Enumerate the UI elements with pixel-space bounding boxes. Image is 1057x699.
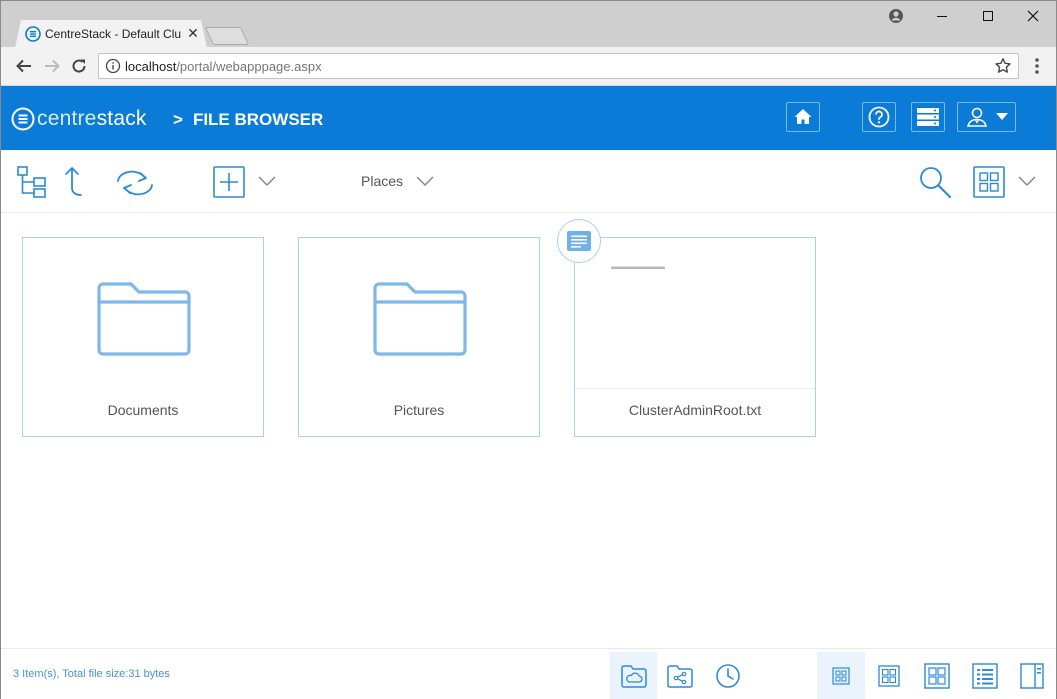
sync-arrows-icon: [117, 170, 153, 196]
chevron-down-icon: [416, 176, 434, 187]
server-stack-icon: [917, 108, 939, 126]
tile-label: Documents: [107, 402, 179, 418]
list-view-button[interactable]: [962, 652, 1008, 699]
view-mode-dropdown[interactable]: [1017, 172, 1037, 190]
browser-toolbar: localhost/portal/webapppage.aspx: [1, 47, 1056, 86]
url-text: localhost/portal/webapppage.aspx: [125, 59, 322, 74]
text-file-badge: [557, 219, 601, 263]
small-grid-icon: [832, 667, 850, 685]
back-arrow-icon[interactable]: [13, 55, 35, 77]
file-tile-documents[interactable]: Documents: [22, 237, 264, 437]
shared-folder-icon: [667, 665, 693, 688]
folder-icon: [97, 282, 191, 356]
action-toolbar: Places: [1, 150, 1056, 213]
user-menu-button[interactable]: [957, 102, 1016, 132]
help-button[interactable]: [862, 102, 896, 132]
details-pane-button[interactable]: [1010, 652, 1054, 699]
home-button[interactable]: [786, 102, 820, 132]
help-icon: [868, 106, 890, 128]
cloud-drive-tab[interactable]: [610, 652, 657, 699]
medium-grid-icon: [878, 665, 900, 687]
grid-view-icon: [973, 166, 1005, 198]
text-preview-thumbnail: [611, 266, 665, 269]
side-panel-icon: [1020, 663, 1044, 689]
bookmark-star-icon[interactable]: [994, 57, 1012, 75]
address-bar[interactable]: localhost/portal/webapppage.aspx: [98, 53, 1019, 79]
small-icons-view-button[interactable]: [817, 652, 865, 699]
tile-label: Pictures: [393, 402, 445, 418]
site-info-icon[interactable]: [105, 58, 121, 74]
clock-icon: [716, 664, 740, 688]
maximize-icon[interactable]: [976, 5, 1000, 27]
folder-tree-icon: [17, 166, 46, 198]
view-mode-button[interactable]: [972, 165, 1006, 199]
text-file-icon: [567, 231, 591, 251]
new-tab-button[interactable]: [204, 27, 250, 45]
centrestack-logo-icon: [11, 107, 35, 131]
recent-tab[interactable]: [706, 652, 750, 699]
status-bar: 3 Item(s), Total file size:31 bytes: [1, 648, 1056, 699]
places-dropdown-label[interactable]: Places: [361, 173, 403, 189]
close-window-icon[interactable]: [1021, 5, 1045, 27]
places-dropdown[interactable]: [415, 172, 435, 190]
large-grid-icon: [924, 663, 950, 689]
arrow-up-return-icon: [65, 167, 82, 196]
forward-arrow-icon[interactable]: [41, 55, 63, 77]
cloud-folder-icon: [620, 665, 647, 688]
list-icon: [972, 663, 998, 689]
chevron-down-icon: [1018, 176, 1036, 187]
url-host: localhost: [125, 59, 177, 74]
user-icon: [966, 107, 987, 127]
profile-icon[interactable]: [884, 5, 908, 27]
up-level-button[interactable]: [61, 164, 91, 200]
large-icons-view-button[interactable]: [914, 652, 960, 699]
tree-view-button[interactable]: [15, 164, 49, 200]
minimize-icon[interactable]: [930, 5, 954, 27]
browser-menu-icon[interactable]: [1027, 55, 1047, 77]
add-new-button[interactable]: [212, 166, 246, 198]
medium-icons-view-button[interactable]: [867, 652, 911, 699]
tile-label: ClusterAdminRoot.txt: [628, 402, 762, 418]
logo-text: centrestack: [37, 107, 147, 131]
folder-icon: [373, 282, 467, 356]
status-summary: 3 Item(s), Total file size:31 bytes: [13, 668, 170, 680]
add-new-dropdown[interactable]: [257, 172, 277, 190]
url-path: /portal/webapppage.aspx: [176, 59, 322, 74]
tab-close-icon[interactable]: ✕: [185, 25, 201, 41]
browser-tab[interactable]: CentreStack - Default Clu ✕: [15, 20, 207, 48]
reload-icon[interactable]: [68, 55, 90, 77]
search-button[interactable]: [917, 164, 953, 200]
centrestack-logo[interactable]: centrestack: [11, 106, 147, 132]
storage-button[interactable]: [911, 102, 945, 132]
home-icon: [794, 109, 812, 124]
app-header: centrestack > FILE BROWSER: [1, 86, 1056, 150]
plus-icon: [213, 166, 245, 198]
search-icon: [920, 167, 952, 199]
breadcrumb-separator: >: [173, 110, 183, 129]
centrestack-favicon-icon: [25, 26, 41, 42]
chevron-down-icon: [258, 176, 276, 187]
logo-text-centre: centre: [37, 107, 97, 130]
file-tile-clusteradminroot[interactable]: ClusterAdminRoot.txt: [574, 237, 816, 437]
caret-down-icon: [995, 113, 1008, 120]
browser-titlebar: CentreStack - Default Clu ✕: [1, 1, 1056, 48]
refresh-button[interactable]: [113, 166, 157, 200]
shared-folder-tab[interactable]: [658, 652, 702, 699]
preview-divider: [575, 388, 815, 389]
tab-title: CentreStack - Default Clu: [45, 27, 181, 41]
logo-text-stack: stack: [96, 107, 147, 130]
file-tile-pictures[interactable]: Pictures: [298, 237, 540, 437]
page-title: FILE BROWSER: [192, 110, 324, 129]
breadcrumb: > FILE BROWSER: [173, 110, 323, 130]
